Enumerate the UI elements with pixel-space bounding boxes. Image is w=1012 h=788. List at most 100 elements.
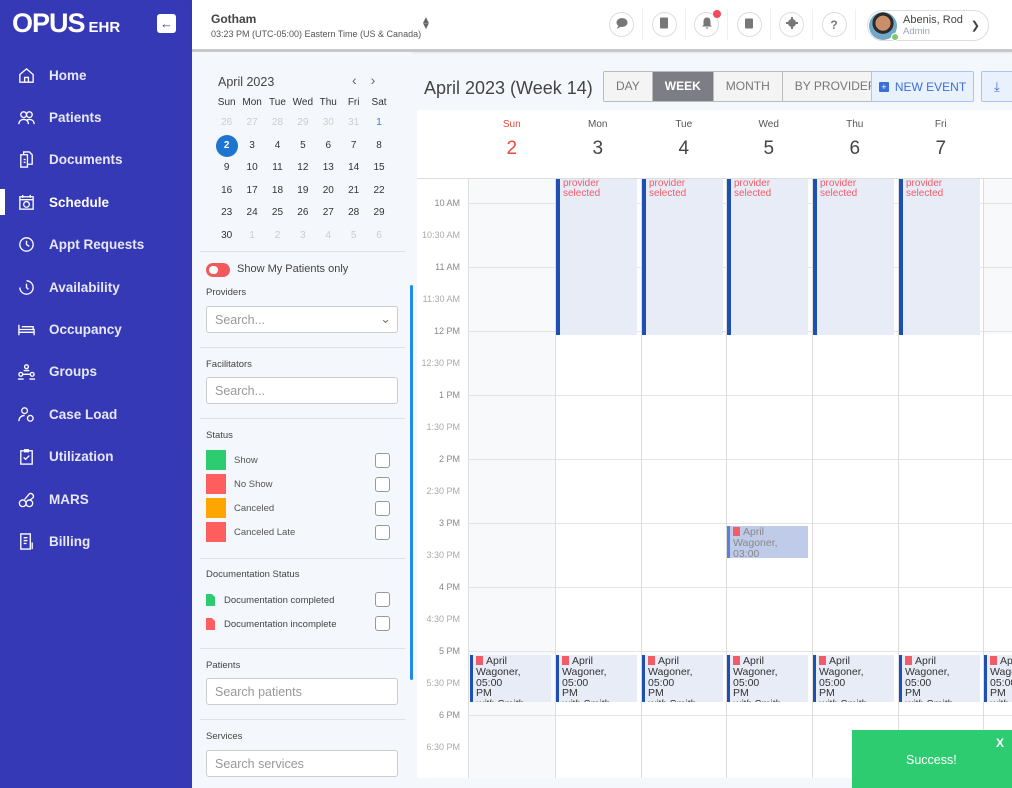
settings-button[interactable] bbox=[779, 9, 813, 40]
chat-button[interactable] bbox=[609, 9, 643, 40]
mini-calendar-day[interactable]: 11 bbox=[265, 157, 290, 180]
day-header[interactable]: Sun 2 bbox=[469, 110, 555, 179]
sidebar-item-schedule[interactable]: Schedule bbox=[0, 181, 192, 223]
status-no-show-checkbox[interactable] bbox=[375, 477, 390, 492]
mini-calendar-day[interactable]: 1 bbox=[239, 225, 264, 248]
provider-selected-block[interactable]: provider selected bbox=[642, 179, 723, 335]
mini-calendar-day[interactable]: 3 bbox=[290, 225, 315, 248]
mini-calendar-day[interactable]: 9 bbox=[214, 157, 239, 180]
book-button[interactable] bbox=[651, 9, 686, 40]
mini-calendar-day[interactable]: 30 bbox=[214, 225, 239, 248]
mini-calendar-day[interactable]: 7 bbox=[341, 135, 366, 158]
mini-calendar-day[interactable]: 26 bbox=[290, 202, 315, 225]
sidebar-item-occupancy[interactable]: Occupancy bbox=[0, 308, 192, 350]
mini-calendar-day[interactable]: 3 bbox=[239, 135, 264, 158]
mini-calendar-day[interactable]: 22 bbox=[366, 180, 391, 203]
clipboard-button[interactable] bbox=[736, 9, 771, 40]
doc-incomplete-checkbox[interactable] bbox=[375, 616, 390, 631]
logo[interactable]: OPUS EHR bbox=[12, 8, 120, 38]
provider-selected-block[interactable]: provider selected bbox=[556, 179, 637, 335]
next-month-button[interactable]: › bbox=[371, 72, 390, 88]
day-header[interactable]: Mon 3 bbox=[555, 110, 641, 179]
mini-calendar-day[interactable]: 28 bbox=[341, 202, 366, 225]
mini-calendar-day[interactable]: 6 bbox=[316, 135, 341, 158]
mini-calendar-day[interactable]: 20 bbox=[316, 180, 341, 203]
appointment-event[interactable]: AprilWagoner, 05:00PMwith Smith,Steve PH… bbox=[470, 655, 551, 702]
mini-calendar-day[interactable]: 14 bbox=[341, 157, 366, 180]
provider-selected-block[interactable]: provider selected bbox=[727, 179, 808, 335]
sidebar-item-patients[interactable]: Patients bbox=[0, 96, 192, 138]
mini-calendar-day[interactable]: 16 bbox=[214, 180, 239, 203]
prev-month-button[interactable]: ‹ bbox=[352, 72, 371, 88]
user-menu[interactable]: Abenis, Rod Admin ❯ bbox=[867, 10, 989, 41]
mini-calendar-day[interactable]: 17 bbox=[239, 180, 264, 203]
mini-calendar-day[interactable]: 23 bbox=[214, 202, 239, 225]
mini-calendar-day[interactable]: 21 bbox=[341, 180, 366, 203]
sidebar-item-utilization[interactable]: Utilization bbox=[0, 436, 192, 478]
mini-calendar-day[interactable]: 8 bbox=[366, 135, 391, 158]
doc-completed-checkbox[interactable] bbox=[375, 592, 390, 607]
services-search-input[interactable]: Search services bbox=[206, 750, 398, 777]
show-my-patients-toggle[interactable] bbox=[206, 263, 230, 277]
mini-calendar-day[interactable]: 31 bbox=[341, 112, 366, 135]
appointment-event[interactable]: AprilWagoner, 05:00PMwith Smith,Steve PH… bbox=[899, 655, 980, 702]
mini-calendar-day[interactable]: 5 bbox=[290, 135, 315, 158]
mini-calendar-day[interactable]: 25 bbox=[265, 202, 290, 225]
sidebar-item-availability[interactable]: Availability bbox=[0, 266, 192, 308]
mini-calendar-day[interactable]: 13 bbox=[316, 157, 341, 180]
mini-calendar-day[interactable]: 24 bbox=[239, 202, 264, 225]
mini-calendar-day[interactable]: 29 bbox=[366, 202, 391, 225]
sidebar-item-appt-requests[interactable]: Appt Requests bbox=[0, 224, 192, 266]
mini-calendar-day[interactable]: 29 bbox=[290, 112, 315, 135]
toast-close-button[interactable]: X bbox=[996, 736, 1004, 750]
view-week-button[interactable]: WEEK bbox=[652, 72, 714, 101]
mini-calendar-day[interactable]: 15 bbox=[366, 157, 391, 180]
mini-calendar-day[interactable]: 4 bbox=[265, 135, 290, 158]
mini-calendar-day[interactable]: 1 bbox=[366, 112, 391, 135]
status-canceled-checkbox[interactable] bbox=[375, 501, 390, 516]
sidebar-item-home[interactable]: Home bbox=[0, 54, 192, 96]
day-header[interactable]: Fri 7 bbox=[898, 110, 984, 179]
facilitators-input[interactable]: Search... bbox=[206, 377, 398, 404]
sidebar-item-mars[interactable]: MARS bbox=[0, 478, 192, 520]
mini-calendar-day[interactable]: 27 bbox=[316, 202, 341, 225]
mini-calendar-day[interactable]: 2 bbox=[214, 134, 239, 158]
help-button[interactable]: ? bbox=[821, 9, 856, 40]
sidebar-item-groups[interactable]: Groups bbox=[0, 351, 192, 393]
mini-calendar-day[interactable]: 18 bbox=[265, 180, 290, 203]
location-selector[interactable]: Gotham 03:23 PM (UTC-05:00) Eastern Time… bbox=[211, 12, 421, 39]
mini-calendar-day[interactable]: 2 bbox=[265, 225, 290, 248]
mini-calendar-day[interactable]: 10 bbox=[239, 157, 264, 180]
mini-calendar-day[interactable]: 30 bbox=[316, 112, 341, 135]
sort-arrows-icon[interactable]: ▲ ▼ bbox=[421, 16, 431, 32]
sidebar-item-billing[interactable]: Billing bbox=[0, 520, 192, 562]
day-header[interactable]: Tue 4 bbox=[641, 110, 727, 179]
status-show-checkbox[interactable] bbox=[375, 453, 390, 468]
mini-calendar-day[interactable]: 12 bbox=[290, 157, 315, 180]
provider-selected-block[interactable]: provider selected bbox=[813, 179, 894, 335]
day-header[interactable]: Thu 6 bbox=[812, 110, 898, 179]
view-day-button[interactable]: DAY bbox=[604, 72, 653, 101]
view-month-button[interactable]: MONTH bbox=[713, 72, 783, 101]
provider-selected-block[interactable]: provider selected bbox=[899, 179, 980, 335]
mini-calendar-day[interactable]: 6 bbox=[366, 225, 391, 248]
patients-search-input[interactable]: Search patients bbox=[206, 678, 398, 705]
appointment-event[interactable]: AprilWagoner, 05:00PMwith Smith,Steve PH… bbox=[556, 655, 637, 702]
appointment-event[interactable]: AprilWagoner, 03:00PM bbox=[727, 526, 808, 558]
new-event-button[interactable]: + NEW EVENT bbox=[871, 71, 974, 102]
collapse-sidebar-button[interactable]: ← bbox=[157, 14, 176, 33]
day-header[interactable]: Wed 5 bbox=[726, 110, 812, 179]
providers-select[interactable]: Search... ⌄ bbox=[206, 306, 398, 333]
mini-calendar-day[interactable]: 4 bbox=[316, 225, 341, 248]
mini-calendar-day[interactable]: 26 bbox=[214, 112, 239, 135]
sidebar-item-case-load[interactable]: Case Load bbox=[0, 393, 192, 435]
status-canceled-late-checkbox[interactable] bbox=[375, 525, 390, 540]
appointment-event[interactable]: AprilWagoner, 05:00PMwith Smith,Steve PH… bbox=[642, 655, 723, 702]
appointment-event[interactable]: AprilWagoner, 05:00PMwith Smith,Steve PH… bbox=[813, 655, 894, 702]
notifications-button[interactable] bbox=[694, 9, 728, 40]
appointment-event[interactable]: AprilWagoner, 05:00PMwith Smith,Steve PH… bbox=[984, 655, 1012, 702]
download-button[interactable]: ⤓ bbox=[981, 71, 1012, 102]
filters-scrollbar[interactable] bbox=[410, 285, 413, 680]
mini-calendar-day[interactable]: 19 bbox=[290, 180, 315, 203]
mini-calendar-day[interactable]: 28 bbox=[265, 112, 290, 135]
